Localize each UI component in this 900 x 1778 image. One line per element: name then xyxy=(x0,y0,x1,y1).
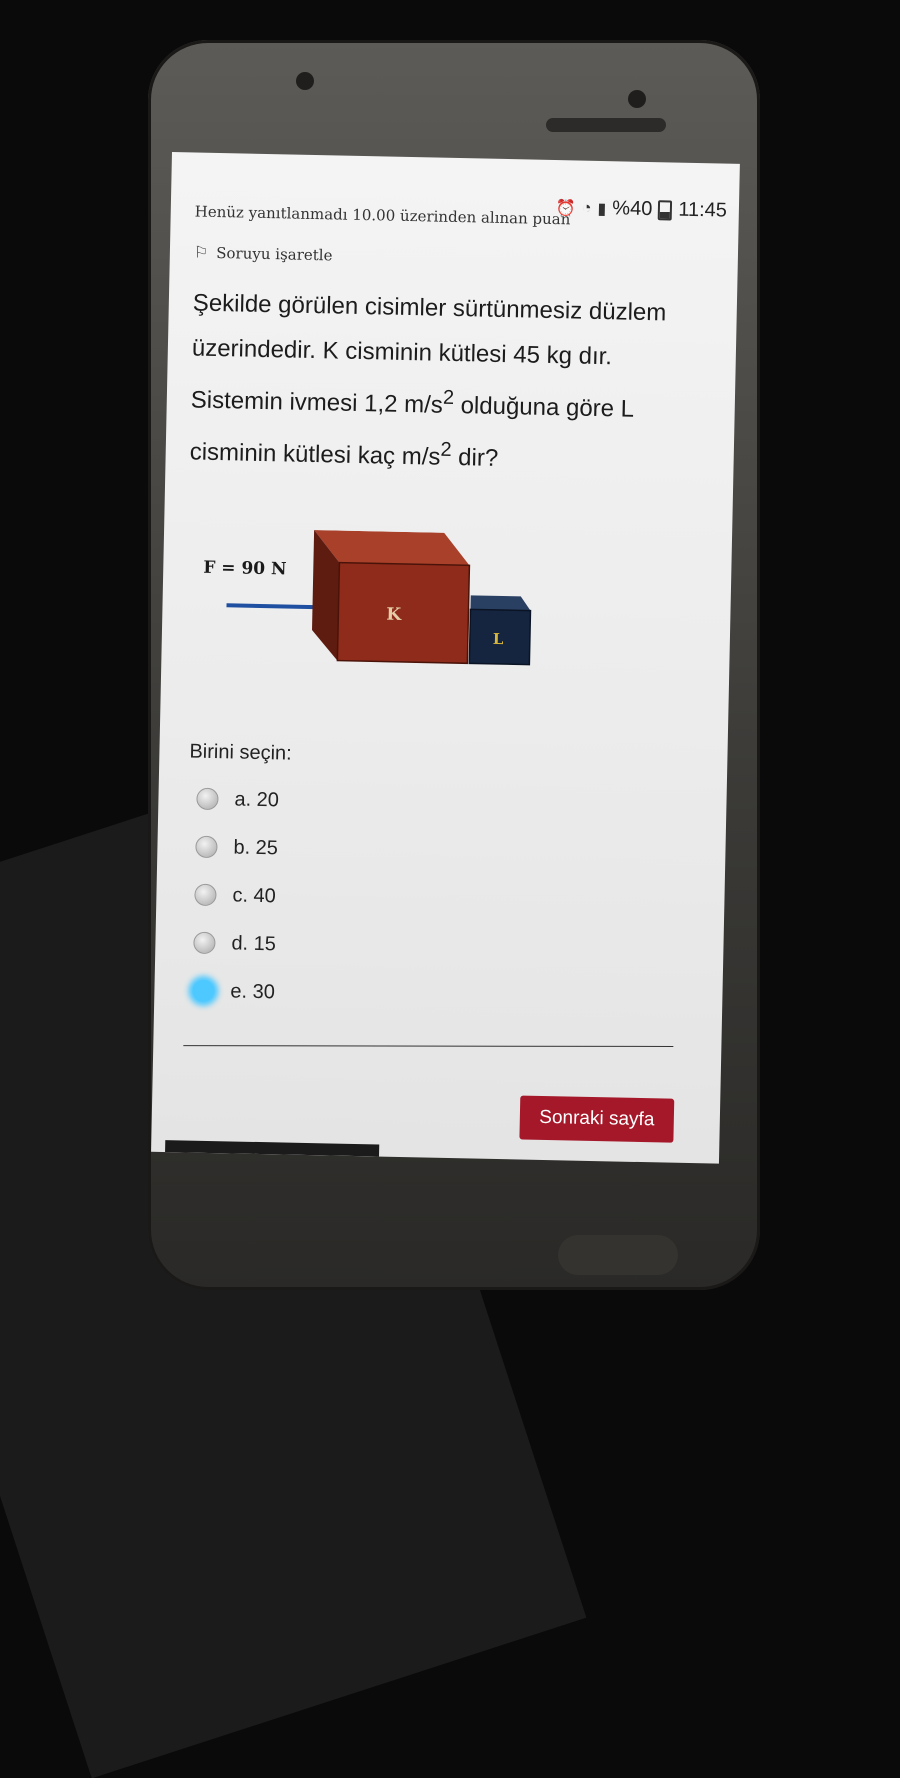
question-text-superscript-1: 2 xyxy=(442,386,455,409)
clock: 11:45 xyxy=(678,198,728,222)
divider xyxy=(183,1045,674,1047)
phone-screen: ⏰ ◔ ▮ %40 11:45 Henüz yanıtlanmadı 10.00… xyxy=(151,152,740,1164)
wifi-icon: ◔ xyxy=(581,199,592,217)
battery-percent: %40 xyxy=(612,197,653,221)
option-e[interactable]: e. 30 xyxy=(192,967,275,1017)
earpiece-speaker xyxy=(546,118,666,132)
option-b[interactable]: b. 25 xyxy=(195,823,278,873)
radio-button-c[interactable] xyxy=(194,883,217,907)
question-text-superscript-2: 2 xyxy=(440,438,452,461)
option-d-label: d. 15 xyxy=(231,931,277,955)
status-bar: ⏰ ◔ ▮ %40 11:45 xyxy=(556,196,727,223)
block-l-label: L xyxy=(493,630,504,648)
front-camera xyxy=(296,72,314,90)
radio-button-e[interactable] xyxy=(192,979,215,1003)
force-arrow-shaft xyxy=(226,603,321,610)
flag-icon: ⚐ xyxy=(193,242,209,262)
block-k-front xyxy=(336,561,471,665)
option-b-label: b. 25 xyxy=(233,835,279,859)
battery-icon xyxy=(658,199,673,220)
physics-diagram: F = 90 N K L xyxy=(203,530,532,666)
force-label: F = 90 N xyxy=(203,558,287,580)
option-c-label: c. 40 xyxy=(232,883,277,907)
radio-button-a[interactable] xyxy=(196,787,219,811)
sensor xyxy=(628,90,646,108)
question-text-part3: dir? xyxy=(451,443,499,472)
question-status-info: Henüz yanıtlanmadı 10.00 üzerinden alına… xyxy=(194,202,571,229)
option-a[interactable]: a. 20 xyxy=(196,775,279,825)
flag-question-label: Soruyu işaretle xyxy=(216,243,333,264)
answer-options: a. 20 b. 25 c. 40 d. 15 e. 30 xyxy=(192,775,279,1017)
question-text: Şekilde görülen cisimler sürtünmesiz düz… xyxy=(189,280,693,484)
block-k-label: K xyxy=(386,605,402,625)
option-c[interactable]: c. 40 xyxy=(194,871,277,921)
radio-button-b[interactable] xyxy=(195,835,218,859)
signal-icon: ▮ xyxy=(597,200,607,218)
option-e-label: e. 30 xyxy=(230,979,276,1003)
flag-question-link[interactable]: ⚐ Soruyu işaretle xyxy=(194,242,333,264)
next-page-button[interactable]: Sonraki sayfa xyxy=(519,1095,675,1143)
option-d[interactable]: d. 15 xyxy=(193,919,276,969)
choose-prompt: Birini seçin: xyxy=(189,740,292,765)
radio-button-d[interactable] xyxy=(193,931,216,955)
option-a-label: a. 20 xyxy=(234,787,280,811)
home-button xyxy=(558,1235,678,1275)
block-l-top xyxy=(470,595,531,611)
